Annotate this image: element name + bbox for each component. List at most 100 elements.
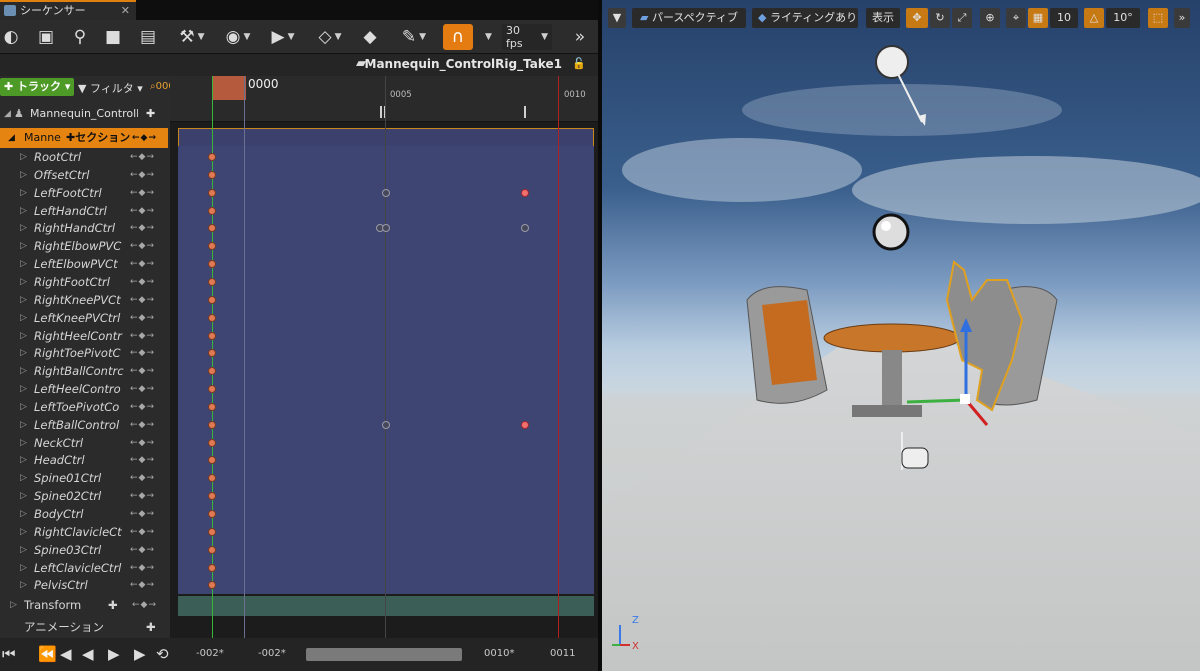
transform-track-row[interactable]: ▷ Transform ✚ ←◆→ — [0, 596, 168, 614]
control-track-row[interactable]: ▷ RightBallContrc ←◆→ — [0, 362, 168, 380]
keyframe-marker[interactable] — [208, 331, 216, 340]
viewport-options-button[interactable]: ▼ — [608, 8, 626, 28]
collapse-arrow-icon[interactable]: ◢ — [4, 104, 11, 124]
perspective-button[interactable]: ▰ パースペクティブ — [632, 8, 746, 28]
keyframe-marker[interactable] — [208, 510, 216, 518]
key-icon[interactable]: ◇ ▼ — [312, 24, 348, 50]
lock-icon[interactable]: 🔓 — [572, 57, 586, 70]
control-track-row[interactable]: ▷ LeftHandCtrl ←◆→ — [0, 202, 168, 220]
level-viewport[interactable]: Z X ▼ ▰ パースペクティブ ◆ ライティングあり 表示 ✥ ↻ ⤢ ⊕ ⌖… — [602, 0, 1200, 671]
control-track-row[interactable]: ▷ RightKneePVCt ←◆→ — [0, 291, 168, 309]
world-local-icon[interactable]: ⊕ — [980, 8, 1000, 28]
key-navigation-icons[interactable]: ←◆→ — [130, 416, 155, 434]
view-start-field[interactable]: -002* — [196, 648, 224, 659]
scale-tool-icon[interactable]: ⤢ — [952, 8, 972, 28]
filter-button[interactable]: ▼ フィルタ ▾ — [78, 80, 143, 96]
rotation-snap-value[interactable]: 10° — [1106, 8, 1140, 28]
key-navigation-icons[interactable]: ←◆→ — [130, 362, 155, 380]
control-track-row[interactable]: ▷ RightToePivotC ←◆→ — [0, 344, 168, 362]
reflection-sphere-icon[interactable] — [872, 213, 910, 251]
fps-dropdown[interactable]: 30 fps ▼ — [502, 24, 552, 50]
expand-arrow-icon[interactable]: ▷ — [20, 148, 27, 166]
key-navigation-icons[interactable]: ←◆→ — [130, 237, 155, 255]
scale-snap-icon[interactable]: ⬚ — [1148, 8, 1168, 28]
key-navigation-icons[interactable]: ←◆→ — [130, 273, 155, 291]
key-navigation-icons[interactable]: ←◆→ — [130, 469, 155, 487]
control-track-row[interactable]: ▷ OffsetCtrl ←◆→ — [0, 166, 168, 184]
key-navigation-icons[interactable]: ←◆→ — [130, 202, 155, 220]
add-section-button[interactable]: ✚セクション — [66, 128, 130, 148]
viewport-expand-icon[interactable]: » — [1174, 8, 1190, 28]
left-chair[interactable] — [746, 286, 828, 404]
key-navigation-icons[interactable]: ←◆→ — [130, 255, 155, 273]
control-track-row[interactable]: ▷ LeftFootCtrl ←◆→ — [0, 184, 168, 202]
loop-icon[interactable]: ⟲ — [156, 645, 169, 663]
player-start-icon[interactable] — [901, 432, 929, 470]
expand-arrow-icon[interactable]: ▷ — [20, 505, 27, 523]
expand-arrow-icon[interactable]: ▷ — [20, 273, 27, 291]
tag-icon[interactable]: ◆ — [358, 24, 382, 50]
key-navigation-icons[interactable]: ←◆→ — [130, 451, 155, 469]
control-track-row[interactable]: ▷ Spine02Ctrl ←◆→ — [0, 487, 168, 505]
next-frame-icon[interactable]: ▶ — [134, 645, 146, 663]
control-track-row[interactable]: ▷ LeftBallControl ←◆→ — [0, 416, 168, 434]
table[interactable] — [823, 323, 961, 417]
keyframe-marker[interactable] — [208, 188, 216, 197]
keyframe-marker[interactable] — [208, 313, 216, 322]
expand-arrow-icon[interactable]: ▷ — [20, 327, 27, 345]
surface-snap-icon[interactable]: ⌖ — [1006, 8, 1026, 28]
keyframe-marker[interactable] — [521, 188, 529, 197]
expand-arrow-icon[interactable]: ▷ — [20, 237, 27, 255]
reverse-icon[interactable]: ◀ — [82, 645, 94, 663]
control-track-row[interactable]: ▷ NeckCtrl ←◆→ — [0, 434, 168, 452]
sequencer-tab[interactable]: シーケンサー ✕ — [0, 0, 136, 20]
key-navigation-icons[interactable]: ←◆→ — [132, 596, 157, 614]
keyframe-marker[interactable] — [208, 170, 216, 179]
expand-arrow-icon[interactable]: ▷ — [10, 596, 17, 614]
playhead-handle[interactable] — [212, 76, 246, 100]
keyframe-marker[interactable] — [208, 153, 216, 161]
control-rig-section-band[interactable] — [178, 128, 594, 148]
play-icon[interactable]: ▶ ▼ — [266, 24, 300, 50]
clapper-icon[interactable]: ▤ — [136, 24, 160, 50]
control-track-row[interactable]: ▷ RootCtrl ←◆→ — [0, 148, 168, 166]
key-navigation-icons[interactable]: ←◆→ — [130, 523, 155, 541]
add-icon[interactable]: ✚ — [146, 618, 156, 636]
view-end-field[interactable]: 0011 — [550, 648, 575, 659]
work-end-field[interactable]: 0010* — [484, 648, 514, 659]
key-navigation-icons[interactable]: ←◆→ — [132, 128, 157, 148]
control-track-row[interactable]: ▷ PelvisCtrl ←◆→ — [0, 576, 168, 594]
key-navigation-icons[interactable]: ←◆→ — [130, 576, 155, 594]
expand-arrow-icon[interactable]: ▷ — [20, 469, 27, 487]
key-navigation-icons[interactable]: ←◆→ — [130, 434, 155, 452]
rotation-snap-icon[interactable]: △ — [1084, 8, 1104, 28]
expand-arrow-icon[interactable]: ▷ — [20, 559, 27, 577]
add-track-button[interactable]: ✚ トラック ▾ — [0, 78, 74, 96]
expand-arrow-icon[interactable]: ▷ — [20, 434, 27, 452]
key-navigation-icons[interactable]: ←◆→ — [130, 219, 155, 237]
translate-tool-icon[interactable]: ✥ — [906, 8, 928, 28]
expand-arrow-icon[interactable]: ▷ — [20, 291, 27, 309]
control-track-row[interactable]: ▷ RightHeelContr ←◆→ — [0, 327, 168, 345]
control-rig-track-row[interactable]: ◢ Manne ✚セクション ←◆→ — [0, 128, 168, 148]
key-navigation-icons[interactable]: ←◆→ — [130, 505, 155, 523]
expand-arrow-icon[interactable]: ▷ — [20, 523, 27, 541]
animation-track-row[interactable]: アニメーション ✚ — [0, 618, 168, 636]
keyframe-marker[interactable] — [208, 385, 216, 394]
expand-arrow-icon[interactable]: ▷ — [20, 219, 27, 237]
expand-arrow-icon[interactable]: ▷ — [20, 166, 27, 184]
keyframe-marker[interactable] — [521, 420, 529, 429]
save-icon[interactable]: ▣ — [34, 24, 58, 50]
key-navigation-icons[interactable]: ←◆→ — [130, 541, 155, 559]
keyframe-marker[interactable] — [208, 438, 216, 447]
control-track-row[interactable]: ▷ RightClavicleCt ←◆→ — [0, 523, 168, 541]
pen-icon[interactable]: ✎ ▼ — [396, 24, 432, 50]
expand-arrow-icon[interactable]: ▷ — [20, 451, 27, 469]
control-track-row[interactable]: ▷ Spine03Ctrl ←◆→ — [0, 541, 168, 559]
control-track-row[interactable]: ▷ LeftClavicleCtrl ←◆→ — [0, 559, 168, 577]
key-navigation-icons[interactable]: ←◆→ — [130, 559, 155, 577]
prev-frame-icon[interactable]: ◀ — [60, 645, 72, 663]
key-navigation-icons[interactable]: ←◆→ — [130, 380, 155, 398]
eye-icon[interactable]: ◉ ▼ — [218, 24, 258, 50]
collapse-arrow-icon[interactable]: ◢ — [8, 128, 15, 148]
